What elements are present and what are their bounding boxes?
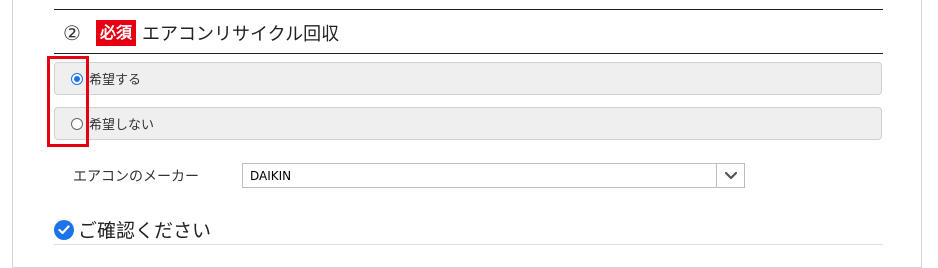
confirm-text: ご確認ください (78, 220, 212, 242)
radio-button-not-want[interactable] (71, 117, 83, 130)
aircon-maker-value: DAIKIN (250, 168, 292, 183)
required-badge: 必須 (96, 20, 137, 46)
heading-divider (54, 53, 883, 54)
radio-option-want[interactable]: 希望する (54, 62, 882, 95)
check-circle-icon (54, 219, 74, 240)
radio-button-want[interactable] (71, 72, 83, 85)
section-heading: ② 必須 エアコンリサイクル回収 (60, 18, 339, 48)
step-number: ② (63, 21, 81, 45)
section-title: エアコンリサイクル回収 (142, 24, 340, 45)
aircon-maker-label: エアコンのメーカー (73, 169, 199, 185)
confirm-heading: ご確認ください (54, 216, 211, 243)
bottom-divider (54, 244, 883, 245)
radio-label-not-want: 希望しない (89, 118, 155, 133)
radio-option-not-want[interactable]: 希望しない (54, 107, 882, 140)
chevron-down-icon[interactable] (716, 164, 744, 187)
top-divider (54, 9, 883, 10)
radio-label-want: 希望する (89, 73, 142, 88)
aircon-maker-select[interactable]: DAIKIN (242, 163, 745, 188)
